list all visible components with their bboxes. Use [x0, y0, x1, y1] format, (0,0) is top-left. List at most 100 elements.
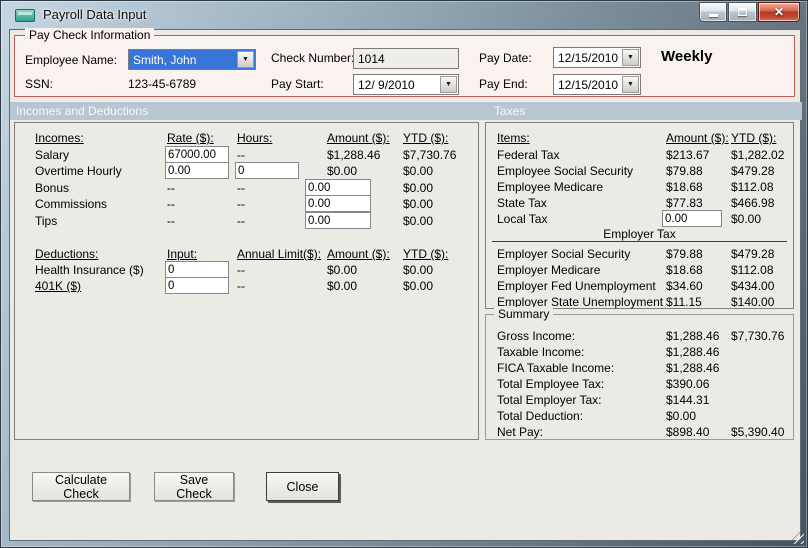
title-bar[interactable]: Payroll Data Input ✕ [1, 1, 807, 29]
income-rate: -- [167, 197, 175, 211]
income-ytd: $0.00 [403, 181, 434, 195]
tips-amount-input[interactable] [305, 212, 371, 229]
pay-end-picker[interactable]: 12/15/2010 ▼ [553, 74, 641, 95]
income-label: Salary [35, 148, 70, 162]
income-label: Commissions [35, 197, 108, 211]
col-amount: Amount ($): [327, 247, 390, 261]
ssn-label: SSN: [25, 77, 54, 91]
col-input: Input: [167, 247, 198, 261]
tax-row-employer-fed-unemp: Employer Fed Unemployment $34.60 $434.00 [486, 279, 793, 295]
summary-amount: $1,288.46 [666, 329, 720, 343]
summary-row-fica: FICA Taxable Income: $1,288.46 [486, 361, 793, 377]
deduction-401k-link[interactable]: 401K ($) [35, 279, 81, 293]
income-hours: -- [237, 148, 245, 162]
pay-end-dropdown-button[interactable]: ▼ [622, 76, 639, 93]
income-hours: -- [237, 197, 245, 211]
taxes-panel: Items: Amount ($): YTD ($): Federal Tax … [485, 122, 794, 309]
tax-amount: $18.68 [666, 263, 703, 277]
income-row-bonus: Bonus -- -- $0.00 [15, 179, 478, 197]
incomes-deductions-panel: Incomes: Rate ($): Hours: Amount ($): YT… [14, 122, 479, 440]
salary-rate-input[interactable] [165, 146, 229, 163]
employee-name-value: Smith, John [133, 53, 197, 67]
tax-amount: $79.88 [666, 247, 703, 261]
income-label: Tips [35, 214, 58, 228]
summary-ytd: $5,390.40 [731, 425, 785, 439]
tax-ytd: $140.00 [731, 295, 775, 309]
close-dialog-button[interactable]: Close [266, 472, 339, 501]
pay-start-label: Pay Start: [271, 77, 324, 91]
tax-row-local: Local Tax $0.00 [486, 210, 793, 228]
tax-amount: $11.15 [666, 295, 702, 309]
overtime-hours-input[interactable] [235, 162, 299, 179]
local-tax-input[interactable] [662, 210, 722, 227]
overtime-rate-input[interactable] [165, 162, 229, 179]
pay-end-label: Pay End: [479, 77, 528, 91]
tax-label: State Tax [497, 196, 547, 210]
tax-label: Local Tax [497, 212, 548, 226]
col-annual-limit: Annual Limit($): [237, 247, 322, 261]
col-hours: Hours: [237, 131, 273, 145]
pay-start-picker[interactable]: 12/ 9/2010 ▼ [353, 74, 459, 95]
close-button[interactable]: ✕ [758, 2, 800, 22]
minimize-button[interactable] [699, 2, 727, 22]
income-rate: -- [167, 214, 175, 228]
col-ytd: YTD ($): [403, 247, 449, 261]
maximize-button[interactable] [728, 2, 757, 22]
tax-amount: $79.88 [666, 164, 703, 178]
tax-label: Employer Medicare [497, 263, 601, 277]
incomes-header-row: Incomes: Rate ($): Hours: Amount ($): YT… [15, 131, 478, 147]
summary-amount: $144.31 [666, 393, 710, 407]
summary-ytd: $7,730.76 [731, 329, 785, 343]
tax-ytd: $112.08 [731, 180, 774, 194]
summary-amount: $898.40 [666, 425, 710, 439]
health-insurance-input[interactable] [165, 261, 229, 278]
tax-label: Employee Social Security [497, 164, 634, 178]
income-ytd: $7,730.76 [403, 148, 457, 162]
summary-label: FICA Taxable Income: [497, 361, 615, 375]
col-incomes: Incomes: [35, 131, 84, 145]
income-ytd: $0.00 [403, 214, 434, 228]
col-amount: Amount ($): [327, 131, 390, 145]
taxes-section-title: Taxes [494, 104, 526, 118]
tax-label: Employer Social Security [497, 247, 631, 261]
app-icon [15, 9, 35, 22]
tax-row-employer-ss: Employer Social Security $79.88 $479.28 [486, 247, 793, 263]
deduction-ytd: $0.00 [403, 263, 434, 277]
deduction-label: Health Insurance ($) [35, 263, 144, 277]
tax-ytd: $1,282.02 [731, 148, 785, 162]
pay-date-dropdown-button[interactable]: ▼ [622, 49, 639, 66]
401k-input[interactable] [165, 277, 229, 294]
col-rate: Rate ($): [167, 131, 214, 145]
incomes-section-title: Incomes and Deductions [16, 104, 149, 118]
deduction-ytd: $0.00 [403, 279, 434, 293]
employee-name-select[interactable]: Smith, John ▼ [128, 49, 256, 70]
commissions-amount-input[interactable] [305, 195, 371, 212]
pay-end-value: 12/15/2010 [558, 78, 619, 92]
income-amount: $0.00 [327, 164, 358, 178]
pay-date-label: Pay Date: [479, 51, 532, 65]
summary-amount: $1,288.46 [666, 345, 720, 359]
taxes-header-row: Items: Amount ($): YTD ($): [486, 131, 793, 147]
pay-start-dropdown-button[interactable]: ▼ [440, 76, 457, 93]
save-check-button[interactable]: Save Check [154, 472, 234, 501]
check-number-input[interactable] [353, 48, 459, 69]
summary-amount: $0.00 [666, 409, 697, 423]
income-row-tips: Tips -- -- $0.00 [15, 212, 478, 230]
bonus-amount-input[interactable] [305, 179, 371, 196]
paycheck-info-legend: Pay Check Information [25, 28, 155, 42]
calculate-check-button[interactable]: Calculate Check [32, 472, 130, 501]
tax-amount: $213.67 [666, 148, 710, 162]
tax-row-state: State Tax $77.83 $466.98 [486, 196, 793, 212]
deduction-limit: -- [237, 263, 245, 277]
col-amount: Amount ($): [666, 131, 729, 145]
tax-label: Employer Fed Unemployment [497, 279, 656, 293]
employee-name-dropdown-button[interactable]: ▼ [237, 51, 254, 68]
pay-date-picker[interactable]: 12/15/2010 ▼ [553, 47, 641, 68]
summary-group: Summary Gross Income: $1,288.46 $7,730.7… [485, 307, 794, 441]
deduction-limit: -- [237, 279, 245, 293]
tax-ytd: $479.28 [731, 247, 775, 261]
tax-amount: $18.68 [666, 180, 703, 194]
summary-row-net-pay: Net Pay: $898.40 $5,390.40 [486, 425, 793, 441]
income-hours: -- [237, 181, 245, 195]
col-ytd: YTD ($): [731, 131, 777, 145]
